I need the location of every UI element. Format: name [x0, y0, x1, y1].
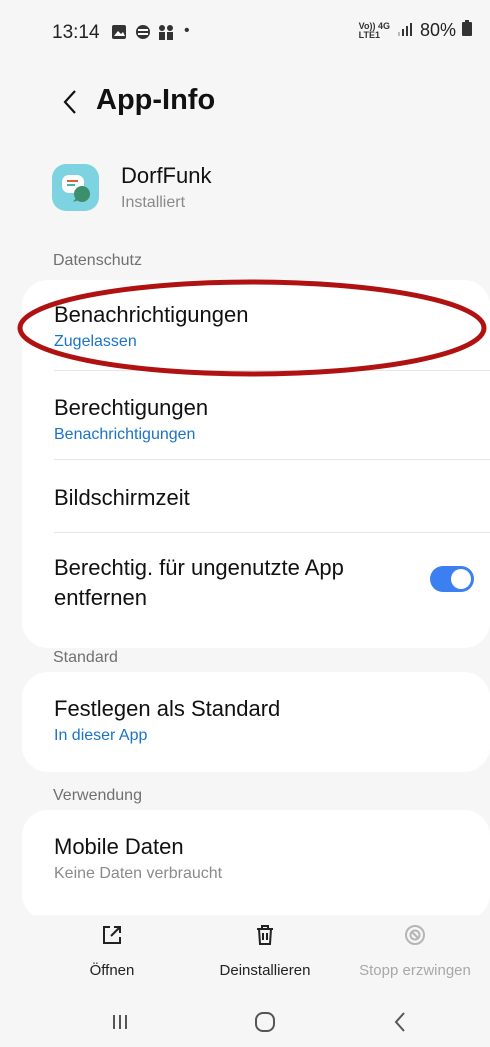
permissions-title: Berechtigungen: [54, 395, 209, 420]
mobile-data-row[interactable]: Mobile Daten Keine Daten verbraucht: [22, 810, 490, 920]
toggle-knob: [451, 569, 471, 589]
status-bar: 13:14 • Vo)) 4G LTE1 80%: [0, 0, 490, 62]
recent-apps-icon: [113, 1015, 127, 1029]
set-as-default-title: Festlegen als Standard: [54, 696, 281, 721]
annotation-circle: [17, 279, 487, 377]
uninstall-label: Deinstallieren: [219, 962, 311, 979]
notification-dot-icon: •: [184, 22, 190, 39]
nav-back-button[interactable]: [365, 1002, 435, 1042]
back-arrow-icon: [394, 1012, 405, 1032]
open-button[interactable]: Öffnen: [37, 923, 187, 979]
chevron-left-icon: [63, 90, 76, 114]
mobile-data-title: Mobile Daten: [54, 834, 184, 859]
mobile-data-status: Keine Daten verbraucht: [54, 865, 223, 882]
battery-percent: 80%: [419, 20, 456, 40]
open-label: Öffnen: [89, 962, 135, 979]
remove-permissions-toggle[interactable]: [430, 566, 474, 592]
page-title: App-Info: [96, 84, 216, 116]
app-name: DorfFunk: [121, 163, 212, 188]
screentime-title: Bildschirmzeit: [54, 485, 190, 510]
section-label-standard: Standard: [53, 649, 118, 666]
permissions-row[interactable]: Berechtigungen Benachrichtigungen: [22, 371, 490, 459]
app-install-status: Installiert: [121, 194, 186, 211]
set-as-default-status: In dieser App: [54, 727, 148, 744]
back-button[interactable]: [50, 80, 90, 124]
signal-icon: [396, 20, 414, 41]
uninstall-button[interactable]: Deinstallieren: [190, 923, 340, 979]
section-label-datenschutz: Datenschutz: [53, 252, 142, 269]
trash-icon: [257, 925, 273, 945]
force-stop-button[interactable]: Stopp erzwingen: [340, 923, 490, 979]
home-icon: [255, 1012, 275, 1032]
recent-apps-button[interactable]: [85, 1002, 155, 1042]
open-external-icon: [103, 926, 121, 944]
gallery-icon: [111, 24, 127, 40]
set-as-default-row[interactable]: Festlegen als Standard In dieser App: [22, 672, 490, 772]
section-label-verwendung: Verwendung: [53, 787, 142, 804]
remove-permissions-unused-row[interactable]: Berechtig. für ungenutzte App entfernen: [22, 533, 490, 648]
sync-icon: [133, 24, 153, 40]
remove-permissions-title-line2: entfernen: [54, 585, 147, 610]
people-icon: [157, 24, 175, 40]
battery-icon: [462, 20, 472, 41]
navigation-bar: [0, 990, 490, 1047]
force-stop-label: Stopp erzwingen: [359, 962, 471, 979]
permissions-status: Benachrichtigungen: [54, 426, 196, 443]
dorffunk-app-icon: [52, 164, 99, 211]
home-button[interactable]: [230, 1002, 300, 1042]
network-indicator: Vo)) 4G LTE1: [358, 20, 390, 40]
remove-permissions-title-line1: Berechtig. für ungenutzte App: [54, 555, 344, 580]
stop-icon: [405, 925, 425, 945]
screentime-row[interactable]: Bildschirmzeit: [22, 460, 490, 532]
status-time: 13:14: [52, 22, 100, 43]
